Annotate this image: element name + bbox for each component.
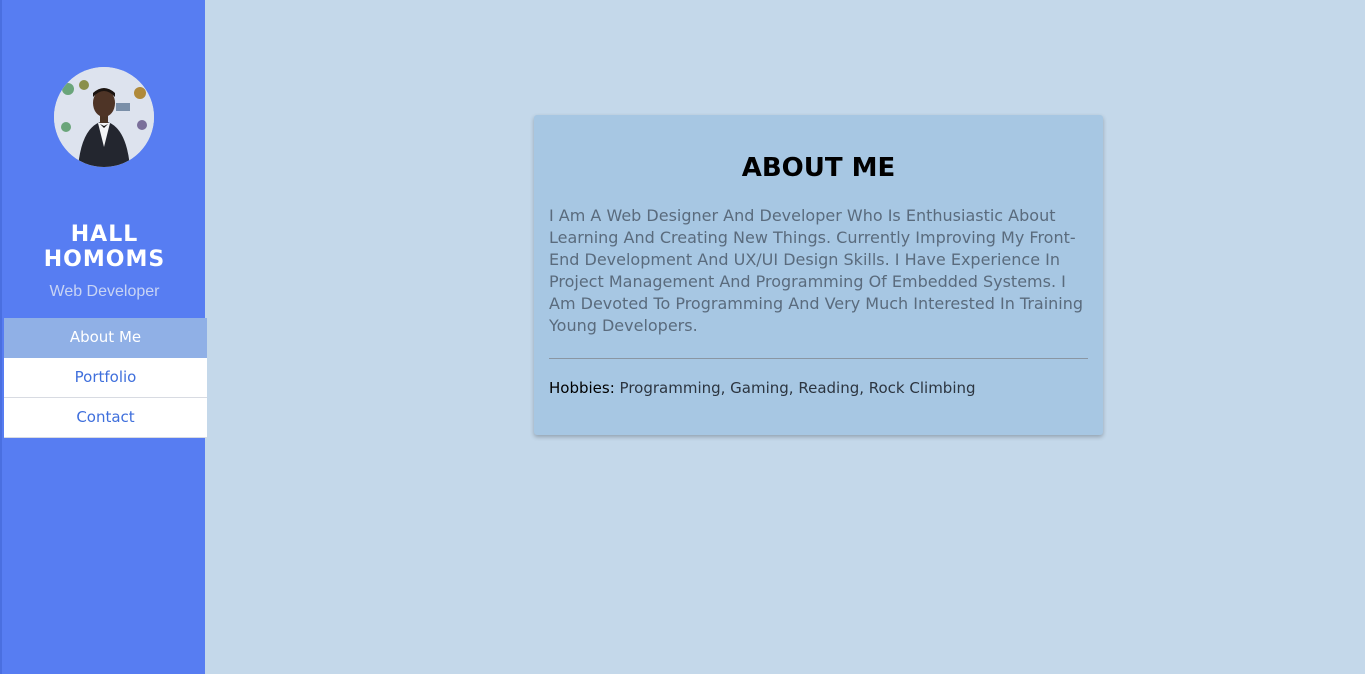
bio-text: I Am A Web Designer And Developer Who Is… bbox=[549, 206, 1084, 335]
profile-photo-icon bbox=[54, 67, 154, 167]
hobbies-line: Hobbies: Programming, Gaming, Reading, R… bbox=[549, 379, 1088, 397]
page-title: ABOUT ME bbox=[741, 153, 896, 183]
nav-item-contact[interactable]: Contact bbox=[4, 398, 207, 438]
about-card: ABOUT ME I Am A Web Designer And Develop… bbox=[534, 115, 1103, 435]
profile-name: HALL HOMOMS bbox=[43, 222, 166, 272]
nav-item-portfolio[interactable]: Portfolio bbox=[4, 358, 207, 398]
sidebar: HALL HOMOMS Web Developer About Me Portf… bbox=[0, 0, 207, 674]
divider bbox=[549, 358, 1088, 359]
avatar bbox=[54, 67, 154, 167]
hobbies-label: Hobbies: bbox=[549, 379, 615, 397]
nav-item-about-me[interactable]: About Me bbox=[4, 318, 207, 358]
profile-role: Web Developer bbox=[49, 283, 160, 300]
sidebar-nav: About Me Portfolio Contact bbox=[4, 318, 207, 438]
hobbies-value: Programming, Gaming, Reading, Rock Climb… bbox=[619, 379, 976, 397]
